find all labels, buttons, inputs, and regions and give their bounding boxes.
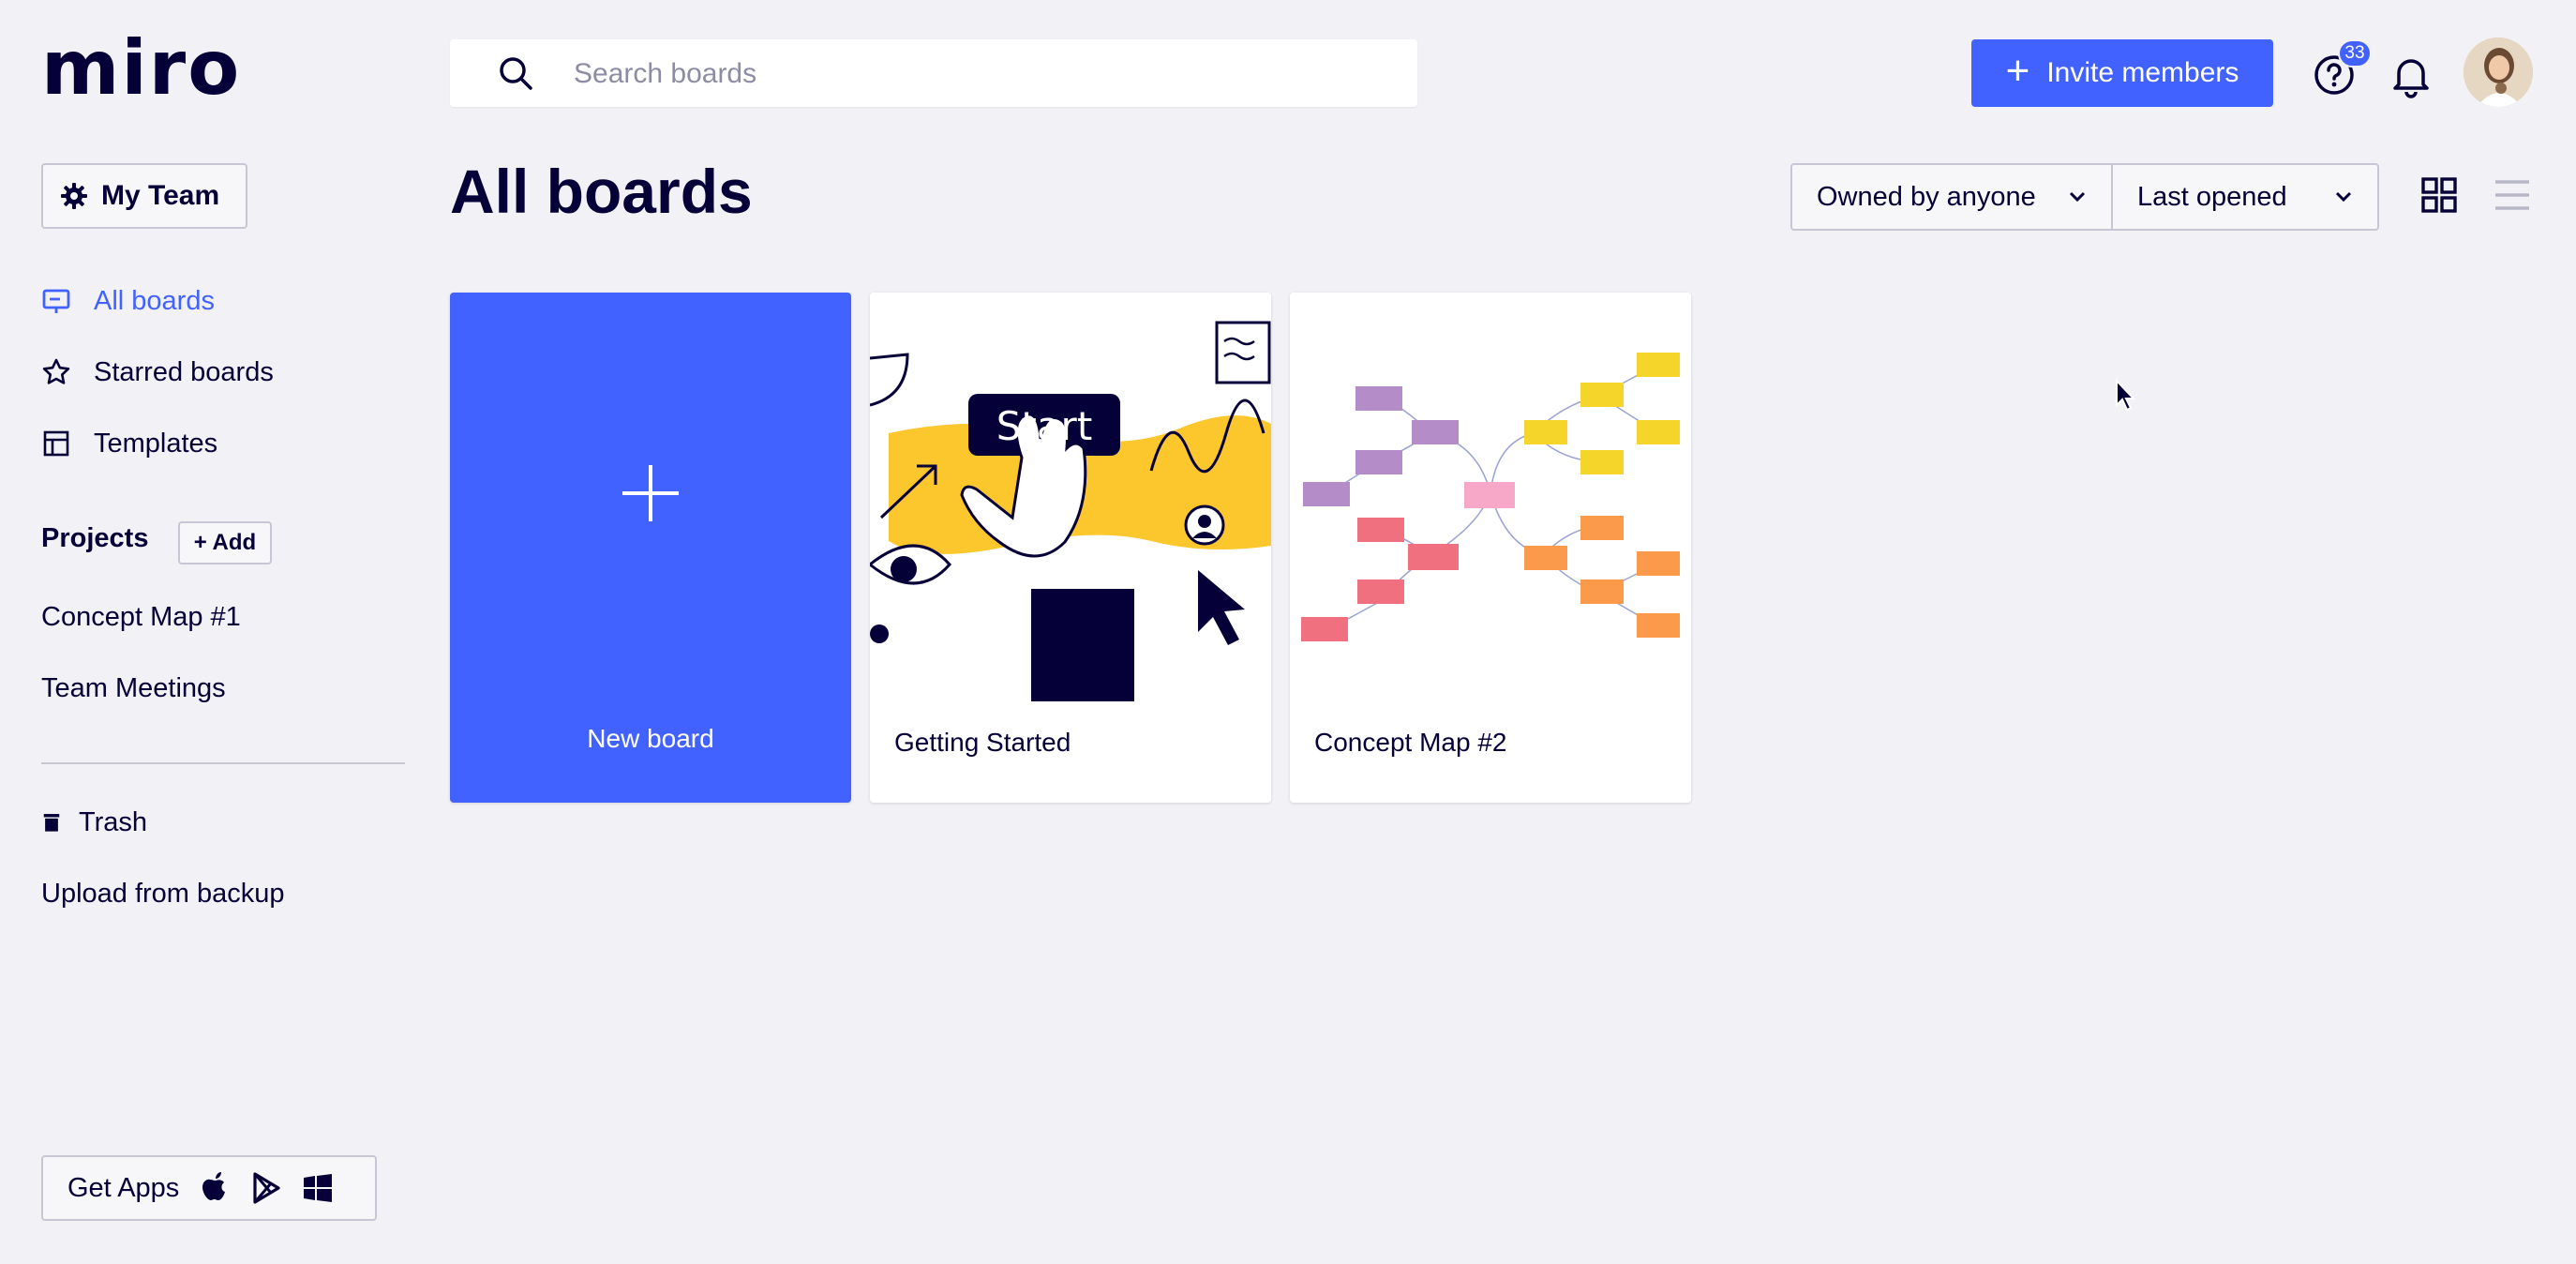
help-count-badge: 33 — [2338, 39, 2372, 68]
projects-heading: Projects — [41, 523, 149, 553]
trash-icon — [43, 814, 60, 832]
get-apps-button[interactable]: Get Apps — [41, 1155, 377, 1221]
search-box[interactable] — [450, 39, 1417, 109]
sidebar-item-label: Templates — [94, 428, 218, 459]
mouse-cursor-icon — [2116, 379, 2136, 412]
list-view-icon[interactable] — [2494, 176, 2531, 214]
new-board-card[interactable]: New board — [450, 293, 851, 803]
card-title: New board — [587, 724, 714, 753]
card-title: Getting Started — [894, 728, 1071, 757]
sidebar-item-starred-boards[interactable]: Starred boards — [41, 349, 274, 396]
board-thumbnail — [1290, 293, 1691, 701]
owner-filter-value: Owned by anyone — [1817, 181, 2036, 212]
invite-members-button[interactable]: + Invite members — [1971, 39, 2273, 107]
sort-filter-dropdown[interactable]: Last opened — [2113, 165, 2377, 229]
upload-from-backup-link[interactable]: Upload from backup — [41, 879, 285, 910]
gear-icon — [61, 183, 87, 209]
star-icon — [42, 358, 70, 384]
get-apps-label: Get Apps — [67, 1172, 180, 1203]
invite-members-label: Invite members — [2046, 57, 2239, 88]
sidebar-item-label: Trash — [79, 806, 148, 837]
board-icon — [42, 289, 70, 313]
team-settings-button[interactable]: My Team — [41, 163, 247, 229]
search-icon — [500, 57, 532, 90]
plus-icon — [622, 465, 679, 521]
start-thumb-label: Start — [996, 403, 1093, 449]
apple-icon[interactable] — [200, 1170, 232, 1206]
grid-view-icon[interactable] — [2420, 176, 2458, 214]
sidebar-divider — [41, 762, 405, 764]
windows-icon[interactable] — [303, 1173, 333, 1203]
owner-filter-dropdown[interactable]: Owned by anyone — [1792, 165, 2113, 229]
sidebar-item-all-boards[interactable]: All boards — [41, 278, 215, 324]
google-play-icon[interactable] — [252, 1172, 282, 1204]
sidebar-item-templates[interactable]: Templates — [41, 420, 217, 467]
user-avatar[interactable] — [2464, 38, 2533, 107]
sidebar-item-label: Starred boards — [94, 356, 274, 387]
chevron-down-icon — [2335, 191, 2352, 203]
team-name: My Team — [101, 180, 220, 211]
chevron-down-icon — [2069, 191, 2086, 203]
sidebar-project-item[interactable]: Concept Map #1 — [41, 602, 241, 633]
miro-logo[interactable]: miro — [41, 26, 241, 111]
board-thumbnail: Start — [870, 293, 1271, 701]
board-filters: Owned by anyone Last opened — [1790, 163, 2379, 231]
template-icon — [43, 430, 69, 457]
board-card-getting-started[interactable]: Start Getting Started — [870, 293, 1271, 803]
page-title: All boards — [450, 157, 753, 226]
bell-icon[interactable] — [2387, 51, 2435, 99]
card-title: Concept Map #2 — [1314, 728, 1507, 757]
sidebar-item-trash[interactable]: Trash — [41, 799, 147, 846]
search-input[interactable] — [572, 39, 1382, 109]
add-project-button[interactable]: + Add — [178, 521, 272, 564]
sort-filter-value: Last opened — [2137, 181, 2287, 212]
sidebar-project-item[interactable]: Team Meetings — [41, 673, 226, 704]
board-card-concept-map-2[interactable]: Concept Map #2 — [1290, 293, 1691, 803]
sidebar-item-label: All boards — [94, 285, 215, 316]
plus-icon: + — [2005, 48, 2030, 94]
